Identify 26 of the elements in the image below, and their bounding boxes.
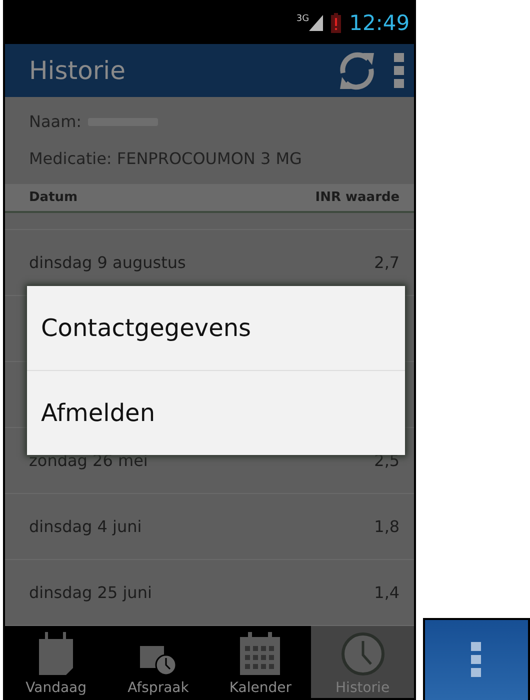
- network-type-label: 3G: [296, 14, 310, 24]
- column-header: INR waarde: [315, 190, 400, 205]
- column-header: Datum: [29, 190, 78, 205]
- nav-tab-label: Afspraak: [128, 680, 189, 696]
- clock-icon: [340, 632, 385, 676]
- medication-text: Medicatie: FENPROCOUMON 3 MG: [29, 149, 302, 168]
- refresh-icon[interactable]: [338, 50, 376, 91]
- name-label: Naam:: [29, 112, 82, 132]
- inr-value-cell: 1,8: [374, 516, 400, 536]
- battery-low-icon: [331, 13, 342, 34]
- date-cell: dinsdag 9 augustus: [29, 252, 186, 272]
- inr-value-cell: 1,4: [374, 582, 400, 602]
- nav-tab-label: Vandaag: [26, 680, 87, 696]
- signal-icon: [309, 15, 324, 32]
- overflow-menu-icon[interactable]: [394, 52, 404, 89]
- date-cell: dinsdag 25 juni: [29, 582, 152, 602]
- overflow-menu-icon[interactable]: [471, 642, 482, 678]
- date-cell: dinsdag 4 juni: [29, 516, 142, 536]
- note-page-icon: [37, 632, 76, 676]
- menu-item[interactable]: Afmelden: [27, 370, 405, 455]
- calendar-icon: [239, 632, 282, 676]
- nav-tab-label: Kalender: [229, 680, 292, 696]
- nav-tab-label: Historie: [336, 680, 390, 696]
- inr-value-cell: 2,7: [374, 252, 400, 272]
- screen-title: Historie: [29, 56, 126, 86]
- clock-time: 12:49: [349, 11, 410, 36]
